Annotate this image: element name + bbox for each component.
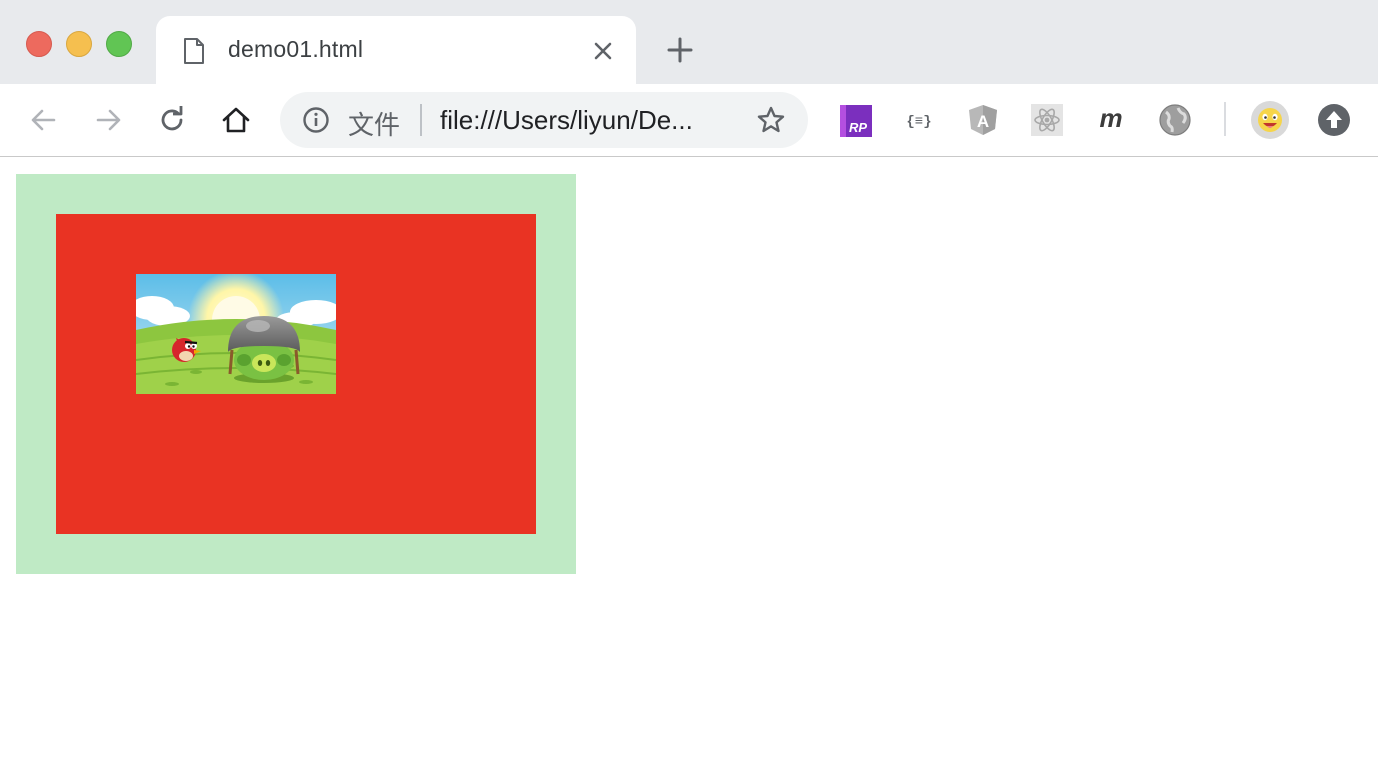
inner-red-box xyxy=(56,214,536,534)
omnibox-divider xyxy=(420,104,422,136)
arrow-right-icon[interactable] xyxy=(92,104,124,136)
m-extension-icon[interactable]: m xyxy=(1094,103,1128,137)
json-formatter-extension-icon[interactable]: {≡} xyxy=(902,103,936,137)
upload-arrow-icon[interactable] xyxy=(1316,102,1352,138)
star-icon[interactable] xyxy=(756,105,786,135)
m-extension-label: m xyxy=(1099,103,1122,133)
close-tab-icon[interactable] xyxy=(590,38,616,64)
json-formatter-label: {≡} xyxy=(906,114,931,130)
document-icon xyxy=(184,38,204,64)
address-bar[interactable]: 文件 file:///Users/liyun/De... xyxy=(280,92,808,148)
info-icon[interactable] xyxy=(302,106,330,134)
home-icon[interactable] xyxy=(220,104,252,136)
page-content xyxy=(0,157,1378,764)
reload-icon[interactable] xyxy=(156,104,188,136)
arrow-left-icon[interactable] xyxy=(28,104,60,136)
axure-rp-label: RP xyxy=(849,120,867,135)
new-tab-icon[interactable] xyxy=(664,34,696,66)
angry-birds-image xyxy=(136,274,336,394)
minimize-window-button[interactable] xyxy=(66,31,92,57)
angular-label: A xyxy=(977,112,989,131)
browser-toolbar: 文件 file:///Users/liyun/De... RP {≡} A m xyxy=(0,84,1378,157)
react-devtools-extension-icon[interactable] xyxy=(1030,103,1064,137)
url-text[interactable]: file:///Users/liyun/De... xyxy=(440,105,693,136)
axure-rp-extension-icon[interactable]: RP xyxy=(838,103,872,137)
close-window-button[interactable] xyxy=(26,31,52,57)
globe-extension-icon[interactable] xyxy=(1158,103,1192,137)
tab-strip: demo01.html xyxy=(0,0,1378,84)
maximize-window-button[interactable] xyxy=(106,31,132,57)
tab-title: demo01.html xyxy=(228,36,364,62)
url-scheme-label: 文件 xyxy=(348,110,401,140)
toolbar-divider xyxy=(1224,102,1226,136)
tab-demo01[interactable]: demo01.html xyxy=(156,16,636,84)
angular-devtools-extension-icon[interactable]: A xyxy=(966,103,1000,137)
outer-green-box xyxy=(16,174,576,574)
emoji-avatar-icon[interactable] xyxy=(1250,100,1290,140)
